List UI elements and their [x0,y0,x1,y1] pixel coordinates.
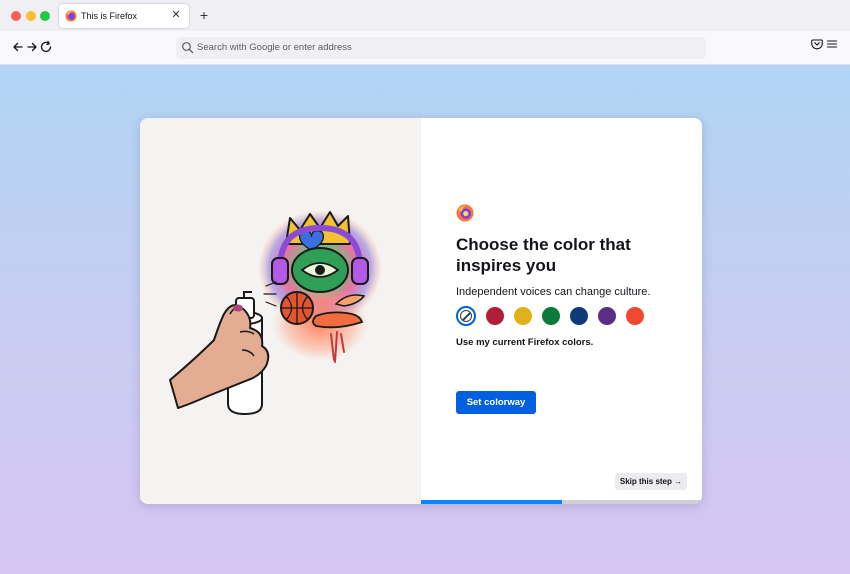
skip-step-button[interactable]: Skip this step → [615,473,687,490]
arrow-right-icon[interactable] [25,40,39,54]
colorway-yellow-swatch[interactable] [514,307,532,325]
pocket-icon[interactable] [811,38,823,50]
tab-this-is-firefox[interactable]: This is Firefox ✕ [59,4,189,28]
onboarding-card: Choose the color that inspires you Indep… [140,118,702,504]
set-colorway-button[interactable]: Set colorway [456,391,536,414]
progress-bar-fill [421,500,562,504]
colorway-orange-red-swatch[interactable] [626,307,644,325]
page-subtitle: Independent voices can change culture. [456,286,651,298]
close-icon[interactable]: ✕ [170,9,182,21]
hamburger-menu-icon[interactable] [826,38,838,50]
progress-bar [421,500,702,504]
tab-strip: This is Firefox ✕ + [0,0,850,31]
graffiti-illustration [140,118,421,504]
spray-paint-artwork [169,210,382,416]
colorway-navy-swatch[interactable] [570,307,588,325]
reload-icon[interactable] [39,40,53,54]
onboarding-panel: Choose the color that inspires you Indep… [421,118,702,504]
onboarding-page: Choose the color that inspires you Indep… [0,65,850,574]
colorway-picker [456,306,656,326]
url-bar[interactable]: Search with Google or enter address [176,37,706,59]
firefox-favicon-icon [65,10,77,22]
search-icon [182,42,194,54]
maximize-window-button[interactable] [40,11,50,21]
firefox-logo-icon [456,204,474,222]
plus-icon[interactable]: + [197,7,211,23]
colorway-description: Use my current Firefox colors. [456,337,594,348]
navigation-toolbar: Search with Google or enter address [0,31,850,65]
arrow-left-icon[interactable] [11,40,25,54]
colorway-current-swatch[interactable] [456,306,476,326]
page-title: Choose the color that inspires you [456,235,631,275]
minimize-window-button[interactable] [26,11,36,21]
tab-title: This is Firefox [81,11,138,21]
url-placeholder: Search with Google or enter address [197,42,352,53]
close-window-button[interactable] [11,11,21,21]
colorway-red-swatch[interactable] [486,307,504,325]
colorway-green-swatch[interactable] [542,307,560,325]
colorway-purple-swatch[interactable] [598,307,616,325]
no-color-icon [460,310,472,322]
